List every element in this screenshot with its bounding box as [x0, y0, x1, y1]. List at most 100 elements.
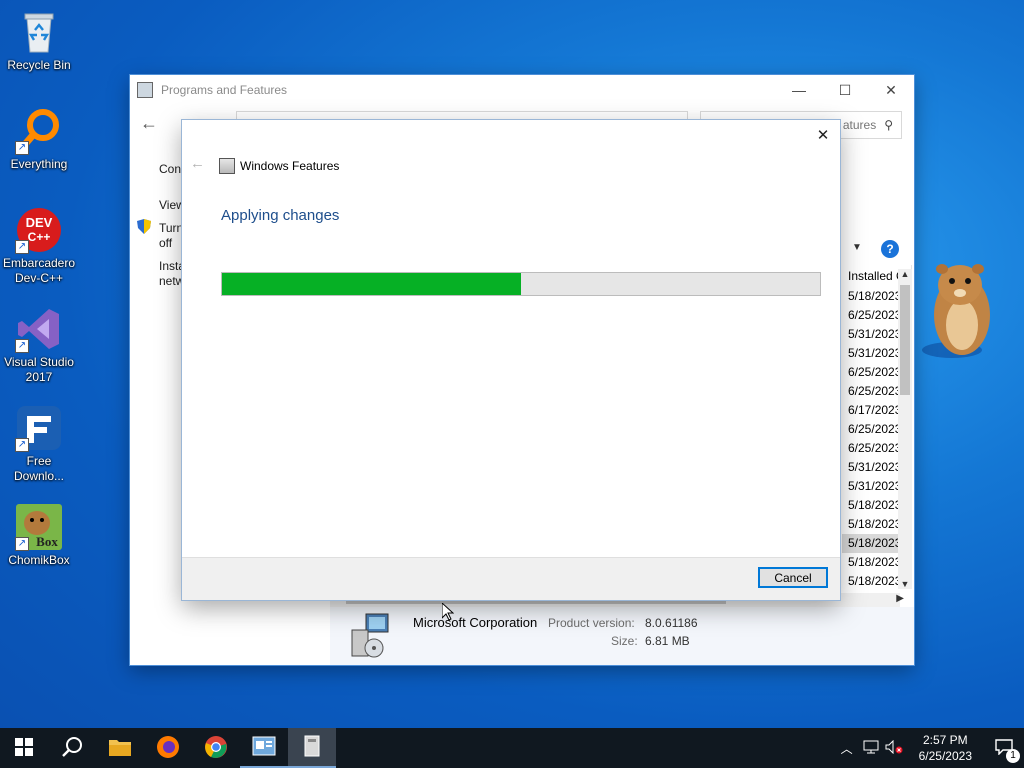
product-version-label: Product version:: [548, 616, 635, 630]
close-button[interactable]: ✕: [868, 75, 914, 105]
start-button[interactable]: [0, 728, 48, 768]
installed-date-cell: 6/25/2023: [848, 365, 902, 379]
size-label: Size:: [611, 634, 638, 648]
scroll-right-icon[interactable]: ▶: [896, 593, 904, 604]
sidebar-link-control-panel-home[interactable]: Con: [159, 162, 181, 176]
product-version-value: 8.0.61186: [645, 616, 698, 630]
desktop-icon-label: Everything: [10, 157, 68, 171]
taskbar-search-button[interactable]: [48, 728, 96, 768]
control-panel-icon: [252, 736, 276, 759]
installed-date-cell: 5/18/2023: [848, 536, 902, 550]
shield-icon: [137, 219, 151, 234]
installed-date-cell: 5/18/2023: [848, 574, 902, 588]
taskbar-control-panel[interactable]: [240, 728, 288, 768]
everything-search-icon: ↗: [15, 107, 63, 155]
scrollbar-thumb[interactable]: [900, 285, 910, 395]
size-value: 6.81 MB: [645, 634, 690, 648]
installed-date-cell: 5/18/2023: [848, 289, 902, 303]
installed-date-cell: 5/31/2023: [848, 327, 902, 341]
chrome-icon: [204, 735, 228, 762]
cancel-button[interactable]: Cancel: [758, 567, 828, 588]
minimize-button[interactable]: —: [776, 75, 822, 105]
programs-features-icon: [302, 735, 322, 760]
installed-date-cell: 5/31/2023: [848, 346, 902, 360]
network-icon[interactable]: [863, 740, 879, 757]
installed-date-cell: 5/31/2023: [848, 479, 902, 493]
devcpp-icon: DEV C++ ↗: [15, 206, 63, 254]
desktop-icon-visual-studio[interactable]: ↗ Visual Studio 2017: [2, 301, 76, 385]
title-bar: Programs and Features — ☐ ✕: [130, 75, 914, 105]
scroll-down-icon[interactable]: ▼: [898, 579, 912, 589]
dialog-close-button[interactable]: ✕: [806, 120, 840, 150]
desktop-icon-chomikbox[interactable]: Box ↗ ChomikBox: [2, 499, 76, 568]
desktop-icon-label: Recycle Bin: [7, 58, 71, 72]
svg-text:Box: Box: [36, 534, 58, 549]
installed-date-cell: 6/25/2023: [848, 422, 902, 436]
svg-text:C++: C++: [28, 230, 51, 244]
desktop-icon-recycle-bin[interactable]: Recycle Bin: [2, 4, 76, 73]
action-center-button[interactable]: 1: [984, 728, 1024, 768]
system-tray: ︿ 2:57 PM 6/25/2023 1: [841, 728, 1024, 768]
progress-bar-fill: [222, 273, 521, 295]
taskbar-chrome[interactable]: [192, 728, 240, 768]
scroll-up-icon[interactable]: ▲: [898, 269, 912, 283]
back-arrow-icon: ←: [190, 155, 205, 172]
publisher-name: Microsoft Corporation: [413, 615, 538, 630]
sidebar-link-line: Turn: [159, 221, 184, 235]
installer-package-icon: [348, 612, 396, 660]
windows-features-icon: [219, 158, 235, 174]
svg-text:DEV: DEV: [26, 215, 53, 230]
taskbar-programs-features[interactable]: [288, 728, 336, 768]
progress-bar: [221, 272, 821, 296]
dialog-title: Windows Features: [240, 159, 340, 173]
installed-date-cell: 5/31/2023: [848, 460, 902, 474]
mouse-cursor: [441, 601, 455, 621]
desktop-icon-free-download-manager[interactable]: ↗ Free Downlo...: [2, 400, 76, 484]
desktop-icon-label: Embarcadero Dev-C++: [2, 256, 76, 285]
control-panel-icon: [137, 82, 153, 98]
installed-date-cell: 5/18/2023: [848, 498, 902, 512]
windows-logo-icon: [15, 737, 33, 759]
search-placeholder: atures: [842, 118, 877, 132]
recycle-bin-icon: [15, 8, 63, 56]
dialog-back-button[interactable]: ←: [190, 155, 205, 172]
sidebar-link-line: off: [159, 236, 173, 250]
close-icon: ✕: [816, 127, 830, 144]
clock[interactable]: 2:57 PM 6/25/2023: [919, 732, 972, 764]
sidebar-link-view-updates[interactable]: View: [159, 198, 185, 212]
vertical-scrollbar[interactable]: ▲ ▼: [898, 269, 912, 589]
shortcut-arrow-icon: ↗: [15, 537, 29, 551]
search-icon: ⚲: [884, 118, 893, 132]
help-icon[interactable]: ?: [881, 240, 899, 258]
taskbar-firefox[interactable]: [144, 728, 192, 768]
shortcut-arrow-icon: ↗: [15, 339, 29, 353]
taskbar-file-explorer[interactable]: [96, 728, 144, 768]
desktop-icon-everything[interactable]: ↗ Everything: [2, 103, 76, 172]
hamster-mascot-image: [912, 255, 1002, 365]
chomikbox-icon: Box ↗: [15, 503, 63, 551]
back-arrow-icon: ←: [140, 113, 158, 133]
back-button[interactable]: ←: [140, 113, 162, 135]
shortcut-arrow-icon: ↗: [15, 438, 29, 452]
installed-date-cell: 6/25/2023: [848, 441, 902, 455]
visual-studio-icon: ↗: [15, 305, 63, 353]
installed-date-cell: 5/18/2023: [848, 517, 902, 531]
file-explorer-icon: [108, 737, 132, 760]
show-hidden-icons-chevron-icon[interactable]: ︿: [841, 740, 853, 757]
installed-date-cell: 5/18/2023: [848, 555, 902, 569]
volume-muted-icon[interactable]: [885, 739, 903, 757]
desktop-icon-label: Free Downlo...: [13, 454, 65, 483]
view-options-dropdown[interactable]: ▼: [852, 242, 862, 253]
maximize-icon: ☐: [838, 81, 852, 98]
desktop-icon-label: ChomikBox: [8, 553, 70, 567]
firefox-icon: [156, 735, 180, 762]
desktop-icon-devcpp[interactable]: DEV C++ ↗ Embarcadero Dev-C++: [2, 202, 76, 286]
shortcut-arrow-icon: ↗: [15, 240, 29, 254]
clock-time: 2:57 PM: [922, 733, 968, 747]
desktop-icon-label: Visual Studio 2017: [4, 355, 74, 384]
windows-features-dialog: ✕ ← Windows Features Applying changes Ca…: [182, 120, 840, 600]
maximize-button[interactable]: ☐: [822, 75, 868, 105]
notification-count-badge: 1: [1006, 749, 1020, 763]
sidebar-link-turn-features[interactable]: Turn off: [159, 221, 183, 251]
taskbar: ︿ 2:57 PM 6/25/2023 1: [0, 728, 1024, 768]
